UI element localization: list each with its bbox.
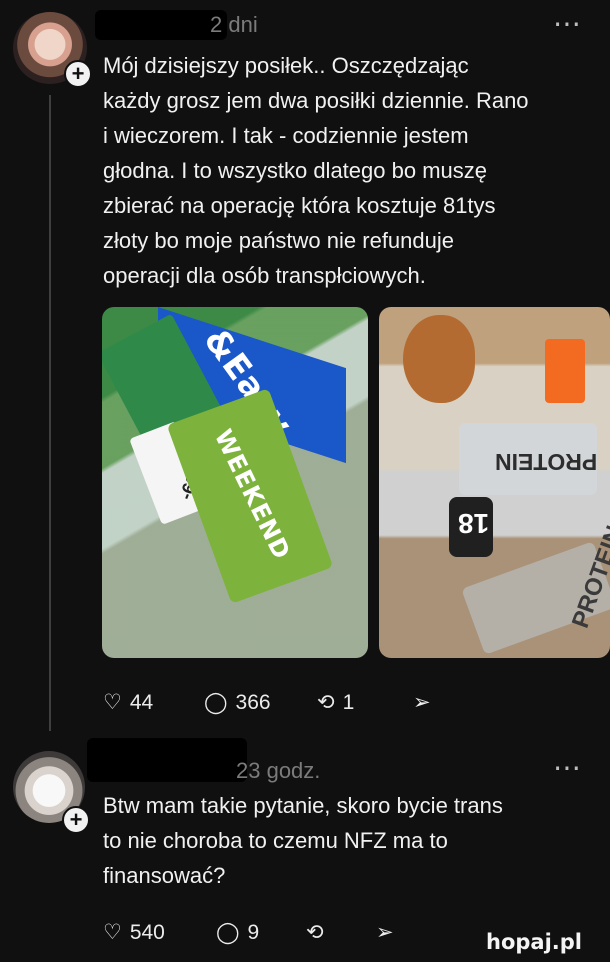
comment-button[interactable]: ◯ 366 xyxy=(204,690,271,715)
more-options-icon[interactable]: ⋯ xyxy=(553,754,583,782)
repost-button[interactable]: ⟲ 1 xyxy=(317,690,354,715)
reply-like-button[interactable]: ♡ 540 xyxy=(103,920,165,945)
watermark: hopaj.pl xyxy=(486,930,582,954)
like-button[interactable]: ♡ 44 xyxy=(103,690,153,715)
food-item xyxy=(403,315,475,403)
share-button[interactable]: ➢ xyxy=(413,690,431,715)
thread-line xyxy=(49,95,51,731)
reply-like-count: 540 xyxy=(129,920,165,944)
number-badge: 18 xyxy=(458,508,490,539)
follow-plus-icon[interactable]: + xyxy=(64,60,92,88)
heart-icon: ♡ xyxy=(103,921,122,944)
post-text: Mój dzisiejszy posiłek.. Oszczędzając ka… xyxy=(103,53,529,288)
reply-time: 23 godz. xyxy=(236,758,321,783)
reply-comment-count: 9 xyxy=(247,920,260,944)
repost-icon: ⟲ xyxy=(317,691,335,714)
redacted-username xyxy=(87,738,247,782)
reply-comment-button[interactable]: ◯ 9 xyxy=(216,920,259,945)
protein-label: PROTEIN xyxy=(495,449,598,475)
like-count: 44 xyxy=(129,690,154,714)
reply-repost-button[interactable]: ⟲ xyxy=(306,920,324,945)
heart-icon: ♡ xyxy=(103,691,122,714)
post-time: 2 dni xyxy=(210,12,258,37)
reply-text: Btw mam takie pytanie, skoro bycie trans… xyxy=(103,793,503,888)
comment-icon: ◯ xyxy=(216,921,240,944)
repost-count: 1 xyxy=(342,690,355,714)
redacted-username xyxy=(95,10,227,40)
orange-package xyxy=(545,339,585,403)
post-image-left[interactable]: &Easy -69% WEEKEND xyxy=(102,307,368,658)
send-icon: ➢ xyxy=(413,691,431,714)
reply-share-button[interactable]: ➢ xyxy=(376,920,394,945)
more-options-icon[interactable]: ⋯ xyxy=(553,10,583,38)
follow-plus-icon[interactable]: + xyxy=(62,806,90,834)
comment-icon: ◯ xyxy=(204,691,228,714)
post-image-right[interactable]: PROTEIN 18 PROTEIN xyxy=(379,307,610,658)
send-icon: ➢ xyxy=(376,921,394,944)
repost-icon: ⟲ xyxy=(306,921,324,944)
comment-count: 366 xyxy=(235,690,271,714)
